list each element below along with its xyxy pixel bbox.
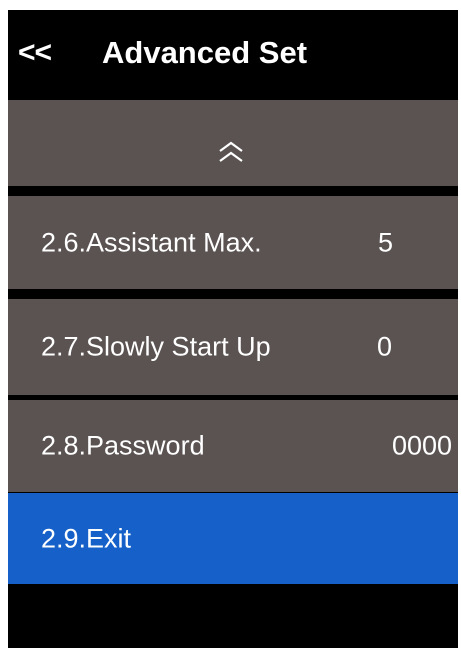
back-icon[interactable]: << [18,38,52,68]
menu-item-label: 2.6.Assistant Max. [41,227,262,257]
menu-item-label: 2.8.Password [41,430,205,461]
menu-item-value: 0 [377,331,393,362]
menu-item-exit[interactable]: 2.9.Exit [8,493,458,584]
header-bar: << Advanced Set [8,10,458,100]
device-screen: << Advanced Set 2.6.Assistant Max. 5 2.7… [8,10,458,648]
page-title: Advanced Set [102,35,308,70]
menu-item-assistant-max[interactable]: 2.6.Assistant Max. 5 [8,196,458,289]
menu-item-value: 0000 [392,430,453,461]
scroll-up-button[interactable] [8,100,458,186]
menu-item-slowly-start-up[interactable]: 2.7.Slowly Start Up 0 [8,299,458,395]
menu-item-value: 5 [378,227,394,257]
menu-item-password[interactable]: 2.8.Password 0000 [8,400,458,492]
menu-item-label: 2.7.Slowly Start Up [41,331,271,362]
double-chevron-up-icon [219,141,243,162]
menu-item-label: 2.9.Exit [41,523,132,553]
